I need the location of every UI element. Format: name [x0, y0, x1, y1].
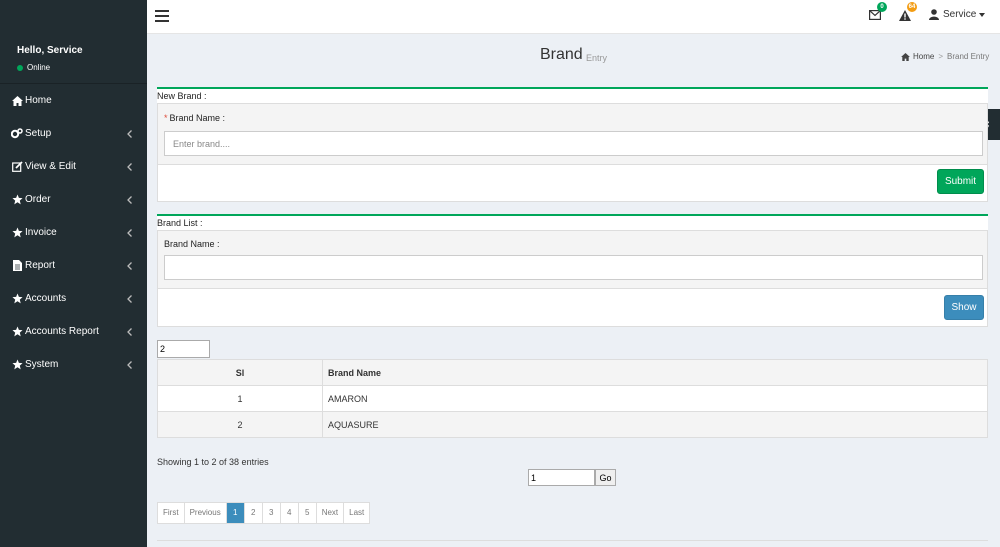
required-asterisk: *: [164, 113, 168, 123]
sidebar-item-home[interactable]: Home: [0, 84, 147, 117]
chevron-left-icon: [124, 327, 134, 336]
new-brand-panel: New Brand : *Brand Name : Submit: [157, 87, 988, 202]
sidebar-item-label: Setup: [25, 128, 52, 139]
edit-icon: [10, 161, 24, 172]
pagination-page-1[interactable]: 1: [226, 503, 245, 523]
star-icon: [10, 227, 24, 238]
mail-count-badge: 0: [877, 2, 887, 12]
sidebar-item-view-edit[interactable]: View & Edit: [0, 150, 147, 183]
brand-name-input[interactable]: [164, 131, 983, 156]
brand-list-filter-footer: Show: [157, 289, 988, 327]
show-button[interactable]: Show: [944, 295, 984, 320]
pagination-first[interactable]: First: [158, 503, 185, 523]
sidebar-item-system[interactable]: System: [0, 348, 147, 381]
content-bottom-divider: [157, 540, 988, 541]
chevron-left-icon: [124, 261, 134, 270]
pagination-previous[interactable]: Previous: [185, 503, 227, 523]
star-icon: [10, 326, 24, 337]
user-panel: Hello, Service Online: [0, 34, 147, 84]
alert-count-badge: 64: [907, 2, 917, 12]
new-brand-title: New Brand :: [157, 91, 207, 101]
sidebar-item-report[interactable]: Report: [0, 249, 147, 282]
new-brand-form-body: * Brand Name :: [157, 103, 988, 165]
brand-name-filter-input[interactable]: [164, 255, 983, 280]
sidebar-item-label: Accounts: [25, 293, 67, 304]
user-menu-dropdown[interactable]: Service: [929, 9, 986, 20]
pagination-page-4[interactable]: 4: [281, 503, 299, 523]
sidebar-item-label: System: [25, 359, 59, 370]
brand-name-label-text: Brand Name :: [169, 113, 226, 123]
breadcrumb: Home > Brand Entry: [901, 52, 989, 61]
sidebar-item-label: Home: [25, 95, 52, 106]
breadcrumb-home-link[interactable]: Home: [913, 52, 934, 61]
sidebar-item-setup[interactable]: Setup: [0, 117, 147, 150]
chevron-left-icon: [124, 228, 134, 237]
table-row: 2 AQUASURE: [157, 411, 988, 438]
chevron-left-icon: [124, 162, 134, 171]
user-greeting: Hello, Service: [17, 45, 83, 56]
cell-sl: 2: [157, 411, 323, 438]
pagination-last[interactable]: Last: [344, 503, 369, 523]
sidebar-item-label: Accounts Report: [25, 326, 99, 337]
mail-notification-button[interactable]: 0: [869, 2, 887, 23]
alert-notification-button[interactable]: 64: [899, 2, 917, 24]
pagination-page-2[interactable]: 2: [245, 503, 263, 523]
sidebar-item-label: View & Edit: [25, 161, 76, 172]
hamburger-menu-icon[interactable]: [155, 10, 169, 22]
page-length-input[interactable]: [157, 340, 210, 358]
brand-name-filter-label: Brand Name :: [164, 239, 220, 249]
user-menu-label: Service: [943, 9, 977, 20]
user-status: Online: [17, 63, 50, 72]
online-dot-icon: [17, 64, 23, 71]
pagination-page-5[interactable]: 5: [299, 503, 317, 523]
table-row: 1 AMARON: [157, 385, 988, 412]
pagination-next[interactable]: Next: [317, 503, 345, 523]
sidebar-item-label: Report: [25, 260, 56, 271]
cell-sl: 1: [157, 385, 323, 412]
sidebar: Hello, Service Online Home Setup View & …: [0, 0, 147, 547]
chevron-left-icon: [124, 129, 134, 138]
brand-list-filter-body: Brand Name :: [157, 230, 988, 289]
column-header-sl[interactable]: Sl: [157, 359, 323, 386]
goto-button[interactable]: Go: [595, 469, 616, 486]
chevron-left-icon: [124, 294, 134, 303]
table-info: Showing 1 to 2 of 38 entries: [157, 457, 269, 467]
breadcrumb-separator: >: [938, 52, 944, 61]
breadcrumb-current: Brand Entry: [947, 52, 990, 61]
table-header-row: Sl Brand Name: [157, 359, 988, 386]
star-icon: [10, 194, 24, 205]
brand-table: Sl Brand Name 1 AMARON 2 AQUASURE: [157, 359, 988, 438]
pagination-page-3[interactable]: 3: [263, 503, 281, 523]
file-icon: [10, 260, 24, 271]
brand-list-title: Brand List :: [157, 218, 203, 228]
brand-list-panel: Brand List : Brand Name : Show: [157, 214, 988, 327]
star-icon: [10, 359, 24, 370]
top-header: 0 64 Service: [147, 0, 1000, 34]
submit-button[interactable]: Submit: [937, 169, 984, 194]
brand-name-label: * Brand Name :: [164, 113, 225, 123]
sidebar-item-label: Invoice: [25, 227, 57, 238]
sidebar-item-order[interactable]: Order: [0, 183, 147, 216]
pagination: First Previous 1 2 3 4 5 Next Last: [157, 502, 371, 524]
cogs-icon: [10, 128, 24, 139]
home-icon: [10, 95, 24, 106]
sidebar-item-label: Order: [25, 194, 51, 205]
user-icon: [929, 9, 939, 20]
user-status-label: Online: [27, 63, 51, 72]
cell-brand-name: AMARON: [322, 385, 988, 412]
caret-down-icon: [979, 12, 986, 17]
goto-page-input[interactable]: [528, 469, 595, 486]
page-subtitle: Entry: [586, 53, 608, 63]
column-header-brand-name[interactable]: Brand Name: [322, 359, 988, 386]
sidebar-item-invoice[interactable]: Invoice: [0, 216, 147, 249]
sidebar-item-accounts-report[interactable]: Accounts Report: [0, 315, 147, 348]
home-icon: [901, 52, 910, 61]
page-title: Brand: [540, 46, 583, 63]
chevron-left-icon: [124, 195, 134, 204]
chevron-left-icon: [124, 360, 134, 369]
cell-brand-name: AQUASURE: [322, 411, 988, 438]
star-icon: [10, 293, 24, 304]
sidebar-item-accounts[interactable]: Accounts: [0, 282, 147, 315]
new-brand-form-footer: Submit: [157, 165, 988, 202]
